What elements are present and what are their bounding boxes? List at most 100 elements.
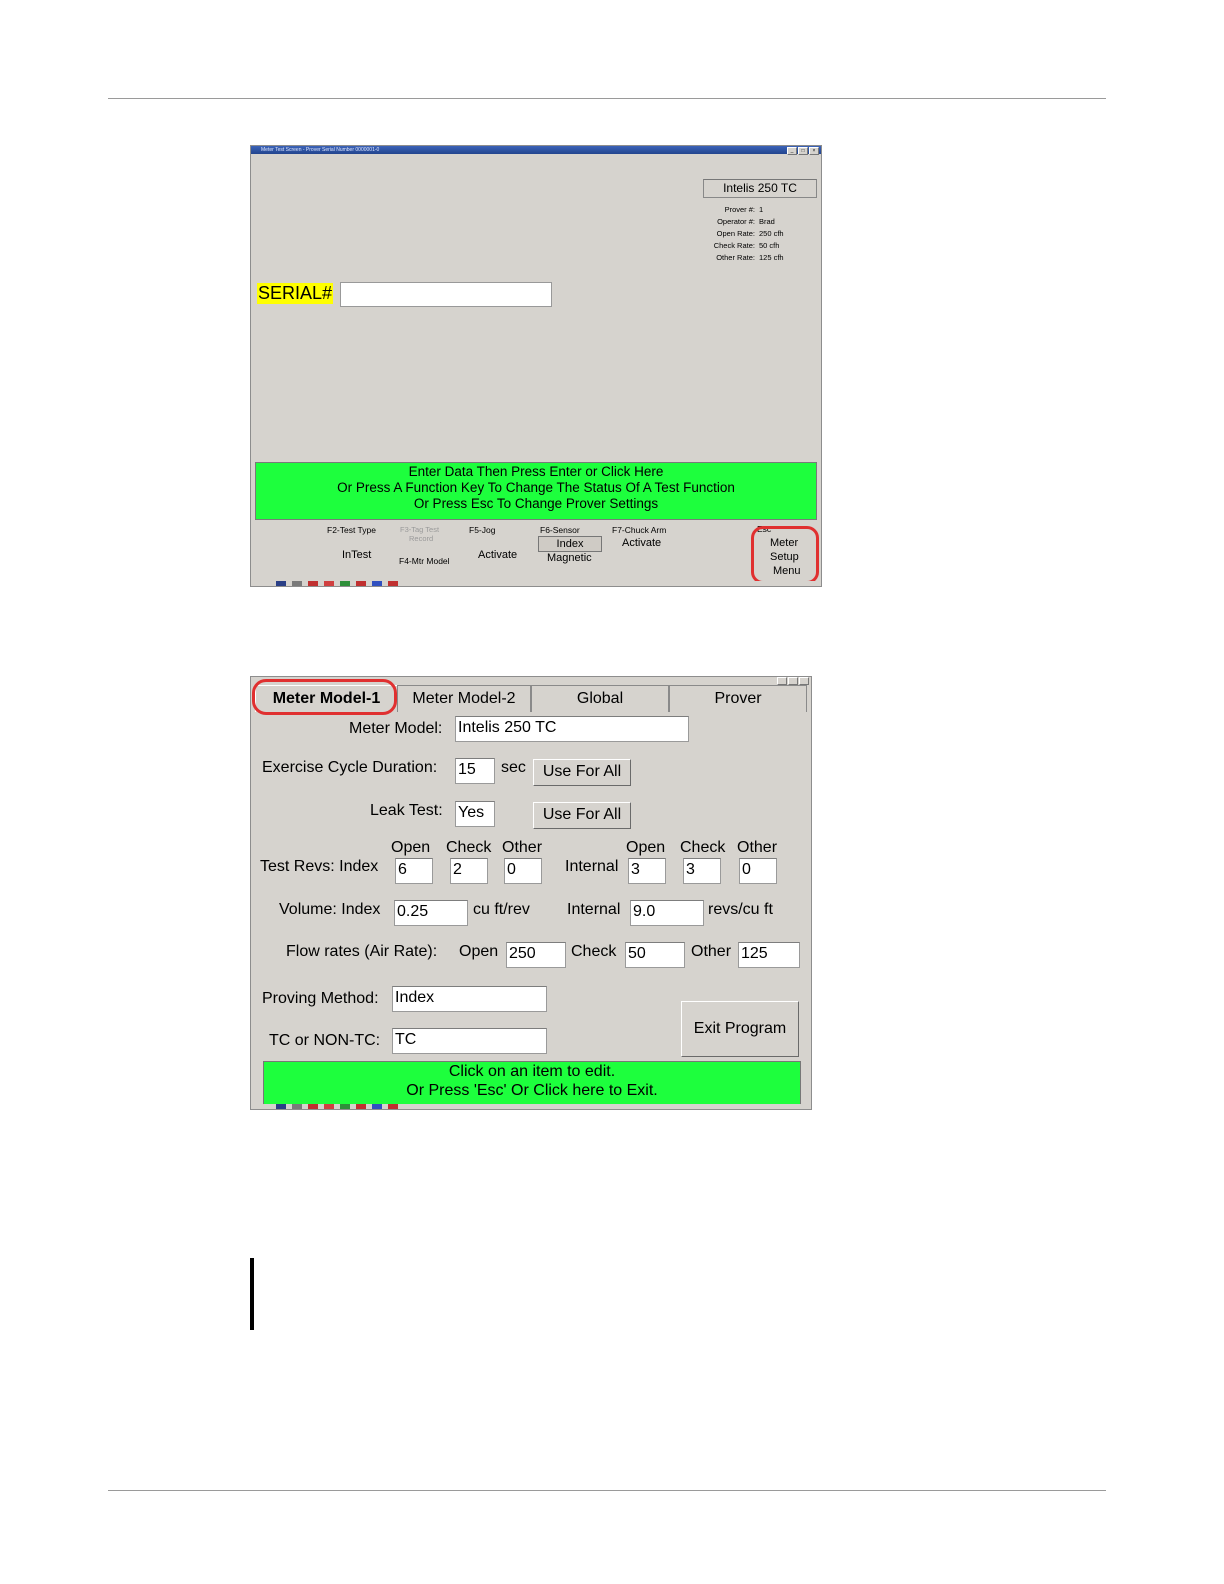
taskbar (251, 1104, 811, 1109)
flow-other-label: Other (691, 943, 732, 960)
taskbar-icon[interactable] (356, 1104, 366, 1109)
f4-label[interactable]: F4-Mtr Model (399, 556, 450, 566)
flow-check-field[interactable]: 50 (625, 942, 685, 968)
column-other-label: Other (737, 839, 778, 856)
taskbar-icon[interactable] (276, 1104, 286, 1109)
info-label: Operator #: (717, 217, 755, 226)
proving-method-label: Proving Method: (262, 990, 379, 1007)
f7-label[interactable]: F7-Chuck Arm (612, 525, 666, 535)
info-row: Operator #: Brad (691, 216, 821, 228)
taskbar-icon[interactable] (372, 1104, 382, 1109)
f2-label[interactable]: F2-Test Type (327, 525, 376, 535)
test-revs-internal-open[interactable]: 3 (628, 858, 666, 884)
volume-internal-field[interactable]: 9.0 (630, 900, 704, 926)
volume-internal-unit: revs/cu ft (708, 901, 773, 918)
function-key-bar: F2-Test Type InTest F3-Tag Test Record F… (251, 521, 821, 579)
info-row: Prover #: 1 (691, 204, 821, 216)
flow-open-label: Open (459, 943, 499, 960)
instruction-line: Click on an item to edit. (448, 1063, 616, 1080)
volume-internal-label: Internal (567, 901, 621, 918)
instruction-banner[interactable]: Enter Data Then Press Enter or Click Her… (255, 462, 817, 520)
meter-model-field[interactable]: Intelis 250 TC (455, 716, 689, 742)
use-for-all-exercise-button[interactable]: Use For All (533, 759, 631, 786)
proving-method-field[interactable]: Index (392, 986, 547, 1012)
leak-test-field[interactable]: Yes (455, 801, 495, 827)
taskbar-icon[interactable] (292, 581, 302, 586)
instruction-banner[interactable]: Click on an item to edit. Or Press 'Esc'… (263, 1061, 801, 1105)
taskbar-icon[interactable] (324, 581, 334, 586)
taskbar-icon[interactable] (308, 1104, 318, 1109)
footer-rule (108, 1490, 1106, 1491)
minimize-icon[interactable] (777, 677, 787, 685)
active-tab-highlight (252, 679, 397, 715)
info-row: Open Rate: 250 cfh (691, 228, 821, 240)
leak-test-label: Leak Test: (370, 802, 443, 819)
info-value: 50 cfh (759, 241, 780, 250)
taskbar-icon[interactable] (372, 581, 382, 586)
window-title-bar: Meter Test Screen - Prover Serial Number… (251, 146, 821, 155)
flow-open-field[interactable]: 250 (506, 942, 566, 968)
tc-label: TC or NON-TC: (269, 1032, 381, 1049)
f2-value: InTest (342, 549, 372, 561)
taskbar-icon[interactable] (292, 1104, 302, 1109)
info-value: 250 cfh (759, 229, 784, 238)
f3-label[interactable]: F3-Tag Test (400, 525, 439, 534)
exit-program-button[interactable]: Exit Program (681, 1001, 799, 1057)
info-value: Brad (759, 217, 775, 226)
tab-prover[interactable]: Prover (669, 685, 807, 712)
taskbar-icon[interactable] (388, 1104, 398, 1109)
column-check-label: Check (446, 839, 492, 856)
minimize-icon[interactable]: _ (787, 147, 797, 155)
meter-setup-menu-highlight[interactable] (751, 526, 819, 584)
test-revs-index-check[interactable]: 2 (450, 858, 488, 884)
test-revs-internal-label: Internal (565, 858, 619, 875)
serial-input[interactable] (340, 282, 552, 307)
info-value: 125 cfh (759, 253, 784, 262)
maximize-icon[interactable]: □ (798, 147, 808, 155)
serial-label: SERIAL# (257, 283, 334, 304)
tc-field[interactable]: TC (392, 1028, 547, 1054)
tab-global[interactable]: Global (531, 685, 669, 712)
f6-value: Index (538, 536, 602, 552)
taskbar-icon[interactable] (388, 581, 398, 586)
test-revs-index-other[interactable]: 0 (504, 858, 542, 884)
test-revs-internal-other[interactable]: 0 (739, 858, 777, 884)
instruction-line: Or Press 'Esc' Or Click here to Exit. (406, 1082, 658, 1099)
column-check-label: Check (680, 839, 726, 856)
meter-test-screen: Meter Test Screen - Prover Serial Number… (250, 145, 822, 587)
column-other-label: Other (502, 839, 543, 856)
exercise-cycle-field[interactable]: 15 (455, 758, 495, 784)
close-icon[interactable] (799, 677, 809, 685)
use-for-all-leak-button[interactable]: Use For All (533, 802, 631, 829)
instruction-line: Enter Data Then Press Enter or Click Her… (408, 464, 664, 479)
tab-meter-model-2[interactable]: Meter Model-2 (397, 685, 531, 712)
f5-value: Activate (478, 549, 518, 561)
volume-index-field[interactable]: 0.25 (394, 900, 468, 926)
taskbar-icon[interactable] (340, 1104, 350, 1109)
taskbar (251, 581, 821, 586)
flow-other-field[interactable]: 125 (738, 942, 800, 968)
exercise-unit: sec (501, 759, 526, 776)
f5-label[interactable]: F5-Jog (469, 525, 495, 535)
header-rule (108, 98, 1106, 99)
info-label: Open Rate: (716, 229, 755, 238)
test-revs-index-open[interactable]: 6 (395, 858, 433, 884)
close-icon[interactable]: × (809, 147, 819, 155)
f6-label[interactable]: F6-Sensor (540, 525, 580, 535)
f6-value-2: Magnetic (547, 552, 592, 564)
f3-label-2: Record (409, 534, 434, 543)
instruction-line: Or Press Esc To Change Prover Settings (413, 496, 659, 511)
taskbar-icon[interactable] (324, 1104, 334, 1109)
maximize-icon[interactable] (788, 677, 798, 685)
info-row: Check Rate: 50 cfh (691, 240, 821, 252)
volume-index-unit: cu ft/rev (473, 901, 530, 918)
taskbar-icon[interactable] (340, 581, 350, 586)
test-revs-internal-check[interactable]: 3 (683, 858, 721, 884)
taskbar-icon[interactable] (276, 581, 286, 586)
meter-model-display: Intelis 250 TC (703, 179, 817, 198)
taskbar-icon[interactable] (308, 581, 318, 586)
f7-value: Activate (622, 537, 662, 549)
column-open-label: Open (626, 839, 666, 856)
taskbar-icon[interactable] (356, 581, 366, 586)
instruction-line: Or Press A Function Key To Change The St… (337, 480, 735, 495)
